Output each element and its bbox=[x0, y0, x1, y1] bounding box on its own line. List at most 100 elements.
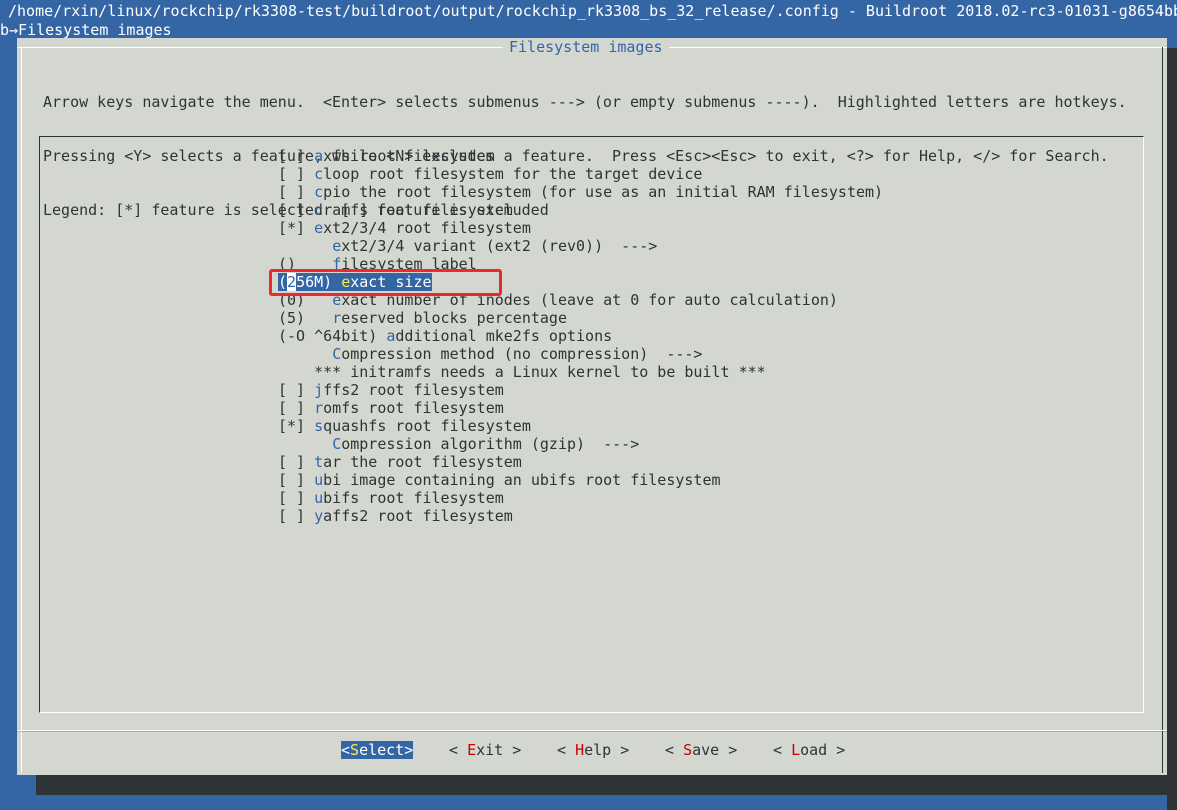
menu-item-prefix: [ ] bbox=[278, 165, 315, 183]
menu-item-label: pio the root filesystem (for use as an i… bbox=[323, 183, 884, 201]
load-button[interactable]: < Load > bbox=[773, 741, 845, 759]
dialog-border bbox=[21, 47, 22, 773]
button-hotkey: S bbox=[350, 741, 360, 759]
menu-item-prefix: [ ] bbox=[278, 399, 315, 417]
menu-item[interactable]: (-O ^64bit) additional mke2fs options bbox=[278, 327, 883, 345]
menu-item-label: xact size bbox=[350, 273, 432, 291]
menu-item-label: ompression algorithm (gzip) ---> bbox=[341, 435, 640, 453]
button-bracket: < bbox=[665, 741, 684, 759]
menu-item-label: xt2/3/4 root filesystem bbox=[323, 219, 531, 237]
menu-item[interactable]: Compression method (no compression) ---> bbox=[278, 345, 883, 363]
menu-item-hotkey: e bbox=[332, 237, 342, 255]
menu-item-label: xfs root filesystem bbox=[323, 147, 495, 165]
menu-item-label: ramfs root filesystem bbox=[323, 201, 513, 219]
dialog-shadow-right bbox=[1167, 48, 1177, 810]
button-label: oad > bbox=[800, 741, 846, 759]
button-separator-shadow bbox=[17, 731, 1167, 732]
button-bar: <Select> < Exit > < Help > < Save > < Load > bbox=[17, 741, 1167, 759]
menu-item-label: dditional mke2fs options bbox=[395, 327, 613, 345]
button-bracket: < bbox=[341, 741, 351, 759]
menu-item[interactable]: Compression algorithm (gzip) ---> bbox=[278, 435, 883, 453]
menu-item-label: affs2 root filesystem bbox=[323, 507, 513, 525]
menu-item-hotkey: f bbox=[332, 255, 342, 273]
menu-item-label: xt2/3/4 variant (ext2 (rev0)) ---> bbox=[341, 237, 658, 255]
exit-button[interactable]: < Exit > bbox=[449, 741, 521, 759]
menu-item-prefix: [ ] bbox=[278, 489, 315, 507]
menu-item-prefix: [ ] bbox=[278, 201, 315, 219]
menu-item[interactable]: [*] ext2/3/4 root filesystem bbox=[278, 219, 883, 237]
button-label: elect> bbox=[359, 741, 414, 759]
menu-item[interactable]: [ ] romfs root filesystem bbox=[278, 399, 883, 417]
menu-item[interactable]: [ ] ubifs root filesystem bbox=[278, 489, 883, 507]
menu-item[interactable]: [*] squashfs root filesystem bbox=[278, 417, 883, 435]
menu-item-prefix: [ ] bbox=[278, 381, 315, 399]
menu-item[interactable]: [ ] cpio the root filesystem (for use as… bbox=[278, 183, 883, 201]
menu-item-prefix bbox=[278, 237, 332, 255]
button-hotkey: S bbox=[683, 741, 693, 759]
menu-item-prefix: [*] bbox=[278, 417, 315, 435]
dialog-shadow-bottom bbox=[36, 775, 1177, 795]
dialog-border bbox=[1162, 47, 1163, 773]
menu-item-hotkey: e bbox=[341, 273, 351, 291]
menu-item-hotkey: r bbox=[332, 309, 342, 327]
menu-item[interactable]: ext2/3/4 variant (ext2 (rev0)) ---> bbox=[278, 237, 883, 255]
button-label: elp > bbox=[584, 741, 630, 759]
menu-item-prefix: (-O ^64bit) bbox=[278, 327, 387, 345]
menu-item[interactable]: [ ] cramfs root filesystem bbox=[278, 201, 883, 219]
menu-item-label: ompression method (no compression) ---> bbox=[341, 345, 703, 363]
menu-item-prefix: [ ] bbox=[278, 471, 315, 489]
menu-item-prefix: (5) bbox=[278, 309, 333, 327]
menu-item-hotkey: C bbox=[332, 345, 342, 363]
button-label: ave > bbox=[692, 741, 738, 759]
menu-item-label: ilesystem label bbox=[341, 255, 477, 273]
menu-item-prefix: [ ] bbox=[278, 507, 315, 525]
button-hotkey: E bbox=[467, 741, 477, 759]
menu-item-prefix bbox=[278, 435, 332, 453]
menu-item[interactable]: [ ] axfs root filesystem bbox=[278, 147, 883, 165]
menu-item-label: quashfs root filesystem bbox=[323, 417, 531, 435]
menu-item[interactable]: (5) reserved blocks percentage bbox=[278, 309, 883, 327]
menu-item[interactable]: (0) exact number of inodes (leave at 0 f… bbox=[278, 291, 883, 309]
menu-item[interactable]: [ ] cloop root filesystem for the target… bbox=[278, 165, 883, 183]
dialog-title: Filesystem images bbox=[503, 38, 669, 56]
menu-item[interactable]: *** initramfs needs a Linux kernel to be… bbox=[278, 363, 883, 381]
menu-item-prefix bbox=[278, 345, 332, 363]
menu-item-prefix: [ ] bbox=[278, 453, 315, 471]
menu-item-hotkey: C bbox=[332, 435, 342, 453]
menu-item-hotkey: e bbox=[314, 219, 324, 237]
menu-item[interactable]: (256M) exact size bbox=[278, 273, 432, 291]
select-button[interactable]: <Select> bbox=[341, 741, 414, 759]
help-line: Arrow keys navigate the menu. <Enter> se… bbox=[43, 93, 1127, 111]
menu-item-label: ffs2 root filesystem bbox=[323, 381, 504, 399]
menu-item-prefix: [ ] bbox=[278, 147, 315, 165]
menu-item-hotkey: s bbox=[314, 417, 324, 435]
menu-item-prefix bbox=[278, 363, 314, 381]
button-bracket: < bbox=[773, 741, 792, 759]
menuconfig-dialog: Filesystem images Arrow keys navigate th… bbox=[17, 38, 1167, 775]
menu-item-hotkey: a bbox=[314, 147, 324, 165]
menu-item-prefix: () bbox=[278, 255, 333, 273]
menu-item-label: bifs root filesystem bbox=[323, 489, 504, 507]
menu-item-prefix: (256M) bbox=[278, 273, 342, 291]
menu-item-hotkey: c bbox=[314, 183, 324, 201]
menu-item-label: ar the root filesystem bbox=[323, 453, 522, 471]
menu-item[interactable]: [ ] yaffs2 root filesystem bbox=[278, 507, 883, 525]
button-hotkey: L bbox=[791, 741, 801, 759]
terminal-title: /home/rxin/linux/rockchip/rk3308-test/bu… bbox=[0, 0, 1177, 20]
help-button[interactable]: < Help > bbox=[557, 741, 629, 759]
menu-item-hotkey: j bbox=[314, 381, 324, 399]
menu-item-hotkey: u bbox=[314, 489, 324, 507]
breadcrumb: b→Filesystem images bbox=[0, 21, 172, 39]
menu-item-label: bi image containing an ubifs root filesy… bbox=[323, 471, 721, 489]
menu-item-hotkey: r bbox=[314, 399, 324, 417]
save-button[interactable]: < Save > bbox=[665, 741, 737, 759]
menu-item[interactable]: () filesystem label bbox=[278, 255, 883, 273]
menu-item-label: xact number of inodes (leave at 0 for au… bbox=[341, 291, 838, 309]
menu-item[interactable]: [ ] ubi image containing an ubifs root f… bbox=[278, 471, 883, 489]
menu-item-label: eserved blocks percentage bbox=[341, 309, 567, 327]
menu-item-hotkey: e bbox=[332, 291, 342, 309]
menu-item[interactable]: [ ] tar the root filesystem bbox=[278, 453, 883, 471]
menu-item[interactable]: [ ] jffs2 root filesystem bbox=[278, 381, 883, 399]
menu-item-hotkey: c bbox=[314, 201, 324, 219]
menu-list: [ ] axfs root filesystem[ ] cloop root f… bbox=[278, 147, 883, 525]
